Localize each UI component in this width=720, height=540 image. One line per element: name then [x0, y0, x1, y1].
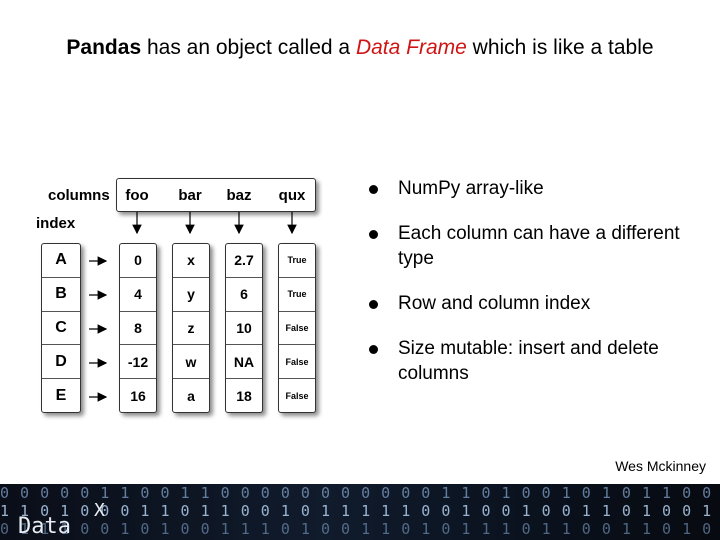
foo-cell: 4: [120, 276, 156, 311]
foo-cell: -12: [120, 344, 156, 378]
qux-cell: True: [287, 255, 307, 266]
bar-cell: z: [173, 310, 209, 345]
bullet-dot-icon: [369, 345, 378, 354]
baz-cell: NA: [226, 344, 262, 378]
column-foo: 0 4 8 -12 16: [119, 243, 157, 413]
bar-cell: y: [173, 276, 209, 311]
datax-logo: Data X: [18, 500, 105, 539]
index-column: A B C D E: [41, 243, 81, 413]
baz-cell: 6: [226, 276, 262, 311]
column-qux: True True False False False: [278, 243, 316, 413]
foo-cell: 0: [134, 252, 142, 269]
index-cell: D: [42, 344, 80, 378]
author-credit: Wes Mckinney: [615, 458, 706, 474]
index-cell: B: [42, 276, 80, 311]
qux-cell: True: [279, 276, 315, 311]
bullet-list: NumPy array-like Each column can have a …: [368, 176, 713, 406]
bullet-dot-icon: [369, 230, 378, 239]
foo-cell: 8: [120, 310, 156, 345]
footer-banner: 0 0 0 0 0 1 1 0 0 1 1 0 0 0 0 0 0 0 0 0 …: [0, 484, 720, 540]
qux-cell: False: [279, 310, 315, 345]
index-cell: A: [55, 251, 67, 269]
index-cell: C: [42, 310, 80, 345]
bullet-item: Size mutable: insert and delete columns: [368, 336, 713, 386]
bullet-text: Row and column index: [398, 293, 591, 314]
binary-row: 1 1 0 1 0 0 0 1 1 0 1 1 0 0 1 0 1 1 1 1 …: [0, 502, 720, 520]
bullet-item: Each column can have a different type: [368, 221, 713, 271]
bullet-dot-icon: [369, 185, 378, 194]
bullet-item: Row and column index: [368, 291, 713, 316]
column-baz: 2.7 6 10 NA 18: [225, 243, 263, 413]
baz-cell: 18: [226, 378, 262, 412]
bullet-item: NumPy array-like: [368, 176, 713, 201]
binary-row: 0 1 1 1 0 0 1 0 1 0 0 1 1 1 0 1 0 0 1 1 …: [0, 520, 713, 538]
foo-cell: 16: [120, 378, 156, 412]
bar-cell: w: [173, 344, 209, 378]
logo-x: X: [94, 500, 105, 521]
index-cell: E: [42, 378, 80, 412]
qux-cell: False: [279, 378, 315, 412]
column-bar: x y z w a: [172, 243, 210, 413]
baz-cell: 10: [226, 310, 262, 345]
qux-cell: False: [279, 344, 315, 378]
bullet-text: Size mutable: insert and delete columns: [398, 338, 659, 384]
binary-row: 0 0 0 0 0 1 1 0 0 1 1 0 0 0 0 0 0 0 0 0 …: [0, 484, 713, 502]
bar-cell: x: [187, 252, 195, 269]
logo-text: Data: [18, 514, 71, 539]
bullet-text: Each column can have a different type: [398, 223, 680, 269]
baz-cell: 2.7: [234, 252, 254, 269]
bullet-dot-icon: [369, 300, 378, 309]
bar-cell: a: [173, 378, 209, 412]
bullet-text: NumPy array-like: [398, 178, 544, 199]
